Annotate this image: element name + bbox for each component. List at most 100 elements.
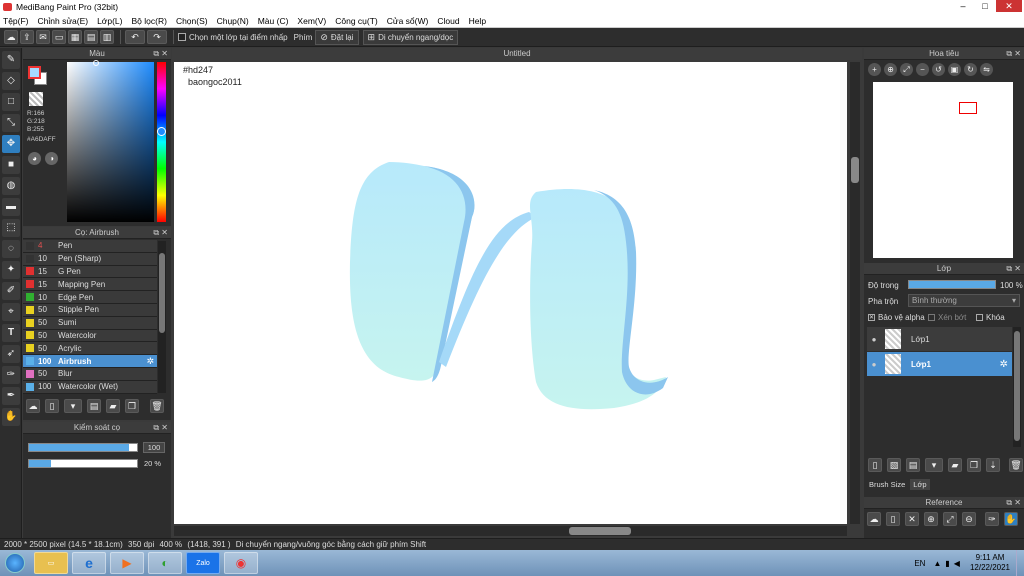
brush-size-slider[interactable] (28, 443, 138, 452)
visibility-eye-icon[interactable]: ● (867, 360, 881, 369)
menu-window[interactable]: Cửa sổ(W) (387, 14, 429, 27)
fit-icon[interactable]: ⤢ (900, 63, 913, 76)
shape-tool-icon[interactable]: ■ (2, 156, 20, 174)
layer-opacity-slider[interactable] (908, 280, 996, 289)
new-8bit-layer-icon[interactable]: ▤ (906, 458, 920, 472)
coccoc-icon[interactable]: ◐ (148, 552, 182, 574)
protect-alpha-checkbox[interactable]: ✕ Bảo vệ alpha (868, 313, 925, 322)
transform-tool-icon[interactable]: ⤡ (2, 114, 20, 132)
navigator-preview[interactable] (873, 82, 1013, 258)
hue-handle[interactable] (157, 127, 166, 136)
cloud-icon[interactable]: ☁ (4, 30, 18, 44)
layer-row-selected[interactable]: ● Lớp1 ✲ (867, 352, 1012, 376)
delete-brush-icon[interactable]: 🗑 (150, 399, 164, 413)
panel-icon[interactable]: ▭ (52, 30, 66, 44)
delete-layer-icon[interactable]: 🗑 (1009, 458, 1023, 472)
brush-list-item[interactable]: 15 G Pen (23, 265, 157, 279)
gradient-tool-icon[interactable]: ▬ (2, 198, 20, 216)
zoom-in-icon[interactable]: + (868, 63, 881, 76)
menu-filter[interactable]: Bộ lọc(R) (132, 14, 167, 27)
brush-size-value[interactable]: 100 (143, 442, 165, 453)
divide-tool-icon[interactable]: ⌖ (2, 303, 20, 321)
menu-color[interactable]: Màu (C) (258, 14, 289, 27)
transparent-swatch[interactable] (29, 92, 43, 106)
reference-eyedropper-icon[interactable]: ✑ (985, 512, 999, 526)
menu-snap[interactable]: Chụp(N) (217, 14, 249, 27)
palette-icon[interactable]: ◕ (28, 152, 41, 165)
canvas-horizontal-scrollbar[interactable] (174, 526, 847, 536)
redo-icon[interactable]: ↷ (147, 30, 167, 44)
brush-list-item[interactable]: 10 Edge Pen (23, 291, 157, 304)
select-tool-icon[interactable]: ⬚ (2, 219, 20, 237)
clock[interactable]: 9:11 AM 12/22/2021 (970, 553, 1010, 573)
language-indicator[interactable]: EN (914, 559, 925, 568)
brush-scrollbar[interactable] (158, 241, 166, 393)
tray-arrow-icon[interactable]: ▲ (933, 559, 941, 568)
rotate-left-icon[interactable]: ↺ (932, 63, 945, 76)
upload-icon[interactable]: ⇪ (20, 30, 34, 44)
minimize-button[interactable]: – (952, 0, 974, 12)
maximize-button[interactable]: □ (974, 0, 996, 12)
layout-icon[interactable]: ▤ (84, 30, 98, 44)
operation-tool-icon[interactable]: ➶ (2, 345, 20, 363)
layer-scrollbar[interactable] (1013, 327, 1021, 447)
saturation-value-picker[interactable] (67, 62, 154, 222)
brush-list-item[interactable]: 50 Blur (23, 367, 157, 381)
brush-list-item[interactable]: 100 Airbrush ✲ (23, 355, 157, 368)
brush-tool-icon[interactable]: ✎ (2, 51, 20, 69)
comment-icon[interactable]: ✉ (36, 30, 50, 44)
foreground-swatch[interactable] (28, 66, 41, 79)
grid-icon[interactable]: ▦ (68, 30, 82, 44)
network-icon[interactable]: ▮ (945, 559, 949, 568)
tab-brush-size[interactable]: Brush Size (866, 479, 909, 490)
show-desktop-button[interactable] (1016, 550, 1024, 576)
brush-list-item[interactable]: 50 Stipple Pen (23, 303, 157, 317)
rect-select-icon[interactable]: □ (2, 93, 20, 111)
magic-wand-icon[interactable]: ✦ (2, 261, 20, 279)
canvas-paper[interactable]: #hd247 baongoc2011 (174, 62, 847, 524)
merge-down-icon[interactable]: ⇣ (986, 458, 1000, 472)
menu-tools[interactable]: Công cụ(T) (335, 14, 378, 27)
close-button[interactable]: ✕ (996, 0, 1022, 12)
new-halftone-layer-icon[interactable]: ▧ (887, 458, 901, 472)
tab-layer[interactable]: Lớp (910, 479, 930, 490)
snap-layer-checkbox[interactable]: Chọn một lớp tại điểm nhấp (178, 33, 288, 42)
eraser-tool-icon[interactable]: ◇ (2, 72, 20, 90)
menu-select[interactable]: Chọn(S) (176, 14, 208, 27)
reset-button[interactable]: ⊘ Đặt lại (315, 29, 359, 45)
blend-mode-select[interactable]: Bình thường ▾ (908, 294, 1020, 307)
navigator-viewport[interactable] (959, 102, 977, 114)
hue-slider[interactable] (157, 62, 166, 222)
reference-hand-icon[interactable]: ✋ (1004, 512, 1018, 526)
reference-new-icon[interactable]: ▯ (886, 512, 900, 526)
volume-icon[interactable]: ◀ (954, 559, 960, 568)
new-brush-icon[interactable]: ▯ (45, 399, 59, 413)
move-tool-icon[interactable]: ✥ (2, 135, 20, 153)
start-button[interactable] (0, 550, 30, 576)
reference-zoom-out-icon[interactable]: ⊖ (962, 512, 976, 526)
select-pen-icon[interactable]: ✐ (2, 282, 20, 300)
lasso-tool-icon[interactable]: ◌ (2, 240, 20, 258)
pen-tool-icon[interactable]: ✒ (2, 387, 20, 405)
move-hv-button[interactable]: ⊞ Di chuyển ngang/dọc (362, 29, 459, 45)
layer-menu-icon[interactable]: ▾ (925, 458, 943, 472)
undo-icon[interactable]: ↶ (125, 30, 145, 44)
cloud-brush-icon[interactable]: ☁ (26, 399, 40, 413)
brush-list-item[interactable]: 4 Pen (23, 240, 157, 253)
media-player-icon[interactable]: ▶ (110, 552, 144, 574)
rotate-right-icon[interactable]: ↻ (964, 63, 977, 76)
eyedropper-icon[interactable]: ✑ (2, 366, 20, 384)
menu-edit[interactable]: Chỉnh sửa(E) (38, 14, 89, 27)
visibility-eye-icon[interactable]: ● (867, 335, 881, 344)
layer-folder-icon[interactable]: ▰ (948, 458, 962, 472)
duplicate-layer-icon[interactable]: ❐ (967, 458, 981, 472)
brush-folder-icon[interactable]: ▰ (106, 399, 120, 413)
fill-tool-icon[interactable]: ◍ (2, 177, 20, 195)
menu-layer[interactable]: Lớp(L) (97, 14, 122, 27)
brush-list-item[interactable]: 100 Watercolor (Wet) (23, 380, 157, 394)
duplicate-brush-icon[interactable]: ❐ (125, 399, 139, 413)
menu-view[interactable]: Xem(V) (297, 14, 326, 27)
text-tool-icon[interactable]: T (2, 324, 20, 342)
reference-close-icon[interactable]: ✕ (905, 512, 919, 526)
menu-cloud[interactable]: Cloud (437, 14, 459, 27)
